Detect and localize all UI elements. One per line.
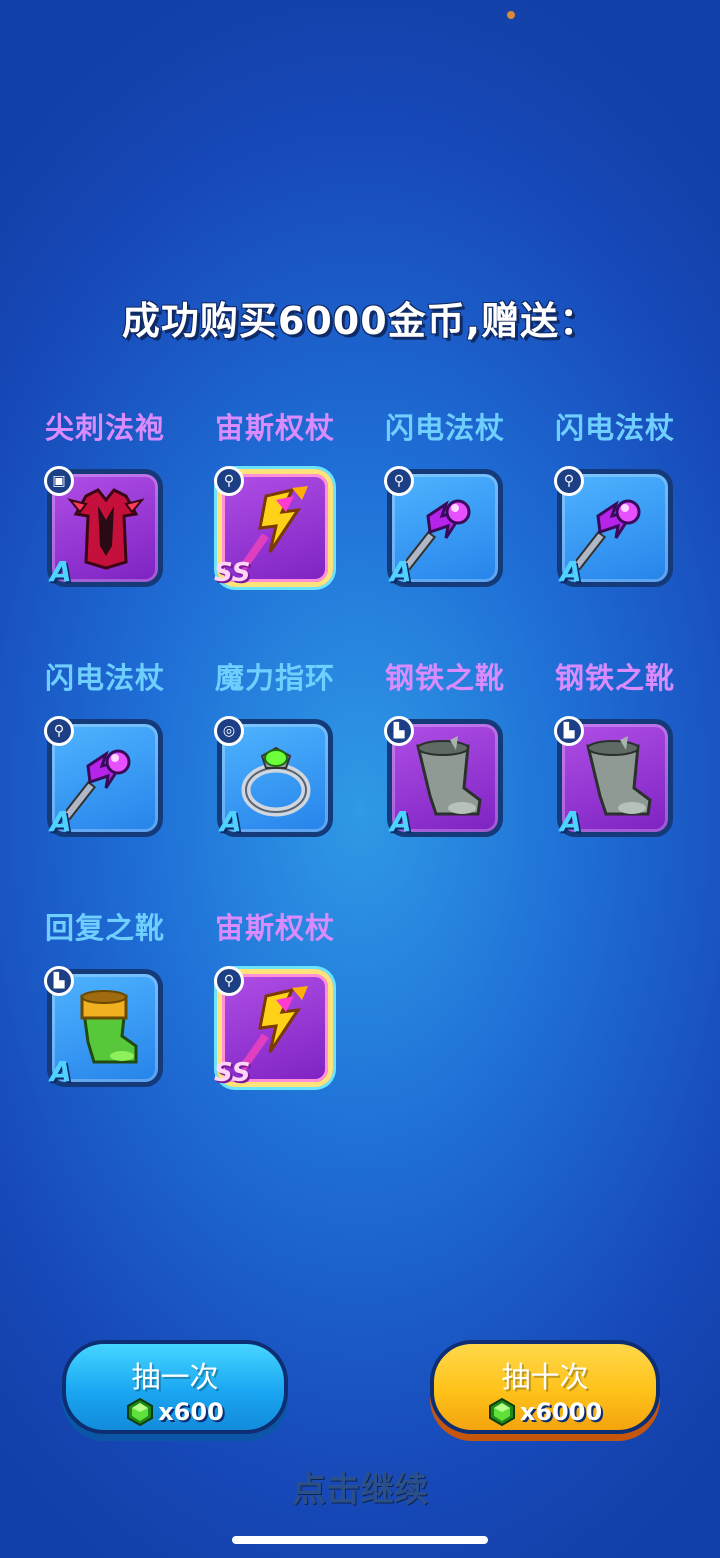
- reward-item-card[interactable]: ▙ A: [44, 966, 163, 1088]
- status-dot: [507, 11, 515, 19]
- reward-item-name: 宙斯权杖: [214, 411, 335, 445]
- weapon-slot-icon: ⚲: [384, 466, 414, 496]
- weapon-slot-icon: ⚲: [554, 466, 584, 496]
- reward-item-name: 钢铁之靴: [554, 661, 675, 695]
- grade-badge: A: [50, 555, 72, 588]
- home-indicator[interactable]: [232, 1536, 488, 1544]
- reward-item[interactable]: 闪电法杖 ⚲ A: [530, 405, 700, 605]
- grade-badge: SS: [214, 558, 251, 588]
- reward-item-card[interactable]: ⚲ SS: [214, 466, 333, 588]
- weapon-slot-icon: ⚲: [214, 466, 244, 496]
- draw-one-cost: x600: [66, 1398, 284, 1426]
- reward-item-card[interactable]: ▙ A: [384, 716, 503, 838]
- reward-item[interactable]: 钢铁之靴 ▙ A: [530, 655, 700, 855]
- armor-slot-icon: ▣: [44, 466, 74, 496]
- reward-item[interactable]: 回复之靴 ▙ A: [20, 905, 190, 1105]
- reward-item-card[interactable]: ▣ A: [44, 466, 163, 588]
- grade-badge: A: [560, 805, 582, 838]
- lightning-staff-icon: [59, 736, 146, 824]
- grade-badge: A: [50, 805, 72, 838]
- grade-badge: A: [50, 1055, 72, 1088]
- reward-item[interactable]: 闪电法杖 ⚲ A: [360, 405, 530, 605]
- reward-item-name: 闪电法杖: [384, 411, 505, 445]
- reward-item-name: 尖刺法袍: [44, 411, 165, 445]
- reward-item-card[interactable]: ◎ A: [214, 716, 333, 838]
- reward-item-name: 闪电法杖: [44, 661, 165, 695]
- reward-item[interactable]: 魔力指环 ◎ A: [190, 655, 360, 855]
- reward-item-name: 钢铁之靴: [384, 661, 505, 695]
- gem-icon: [127, 1398, 154, 1426]
- lightning-staff-icon: [399, 486, 486, 574]
- draw-one-button[interactable]: 抽一次 x600: [62, 1340, 288, 1434]
- reward-item[interactable]: 闪电法杖 ⚲ A: [20, 655, 190, 855]
- reward-item-card[interactable]: ⚲ A: [384, 466, 503, 588]
- draw-ten-cost: x6000: [434, 1398, 656, 1426]
- draw-ten-label: 抽十次: [501, 1360, 589, 1394]
- draw-one-cost-text: x600: [158, 1398, 224, 1426]
- reward-item-name: 回复之靴: [44, 911, 165, 945]
- reward-item-name: 宙斯权杖: [214, 911, 335, 945]
- weapon-slot-icon: ⚲: [44, 716, 74, 746]
- reward-item[interactable]: 宙斯权杖 ⚲ SS: [190, 905, 360, 1105]
- boots-slot-icon: ▙: [554, 716, 584, 746]
- reward-item-name: 闪电法杖: [554, 411, 675, 445]
- recovery-boots-icon: [66, 986, 146, 1070]
- draw-ten-cost-text: x6000: [519, 1398, 603, 1426]
- weapon-slot-icon: ⚲: [214, 966, 244, 996]
- reward-item-card[interactable]: ▙ A: [554, 716, 673, 838]
- reward-item-card[interactable]: ⚲ SS: [214, 966, 333, 1088]
- reward-item-name: 魔力指环: [214, 661, 335, 695]
- reward-title: 成功购买6000金币,赠送：: [121, 299, 599, 343]
- magic-ring-icon: [236, 736, 316, 820]
- ring-slot-icon: ◎: [214, 716, 244, 746]
- grade-badge: A: [390, 805, 412, 838]
- boots-slot-icon: ▙: [44, 966, 74, 996]
- reward-item[interactable]: 钢铁之靴 ▙ A: [360, 655, 530, 855]
- gem-icon: [488, 1398, 515, 1426]
- draw-one-label: 抽一次: [131, 1360, 219, 1394]
- reward-item[interactable]: 宙斯权杖 ⚲ SS: [190, 405, 360, 605]
- tap-to-continue[interactable]: 点击继续: [0, 1462, 720, 1511]
- reward-item-card[interactable]: ⚲ A: [554, 466, 673, 588]
- reward-item-card[interactable]: ⚲ A: [44, 716, 163, 838]
- grade-badge: A: [220, 805, 242, 838]
- grade-badge: A: [390, 555, 412, 588]
- reward-item[interactable]: 尖刺法袍 ▣ A: [20, 405, 190, 605]
- lightning-staff-icon: [569, 486, 656, 574]
- boots-slot-icon: ▙: [384, 716, 414, 746]
- steel-boots-icon: [406, 736, 486, 820]
- steel-boots-icon: [576, 736, 656, 820]
- robe-icon: [66, 486, 146, 570]
- draw-ten-button[interactable]: 抽十次 x6000: [430, 1340, 660, 1434]
- grade-badge: A: [560, 555, 582, 588]
- grade-badge: SS: [214, 1058, 251, 1088]
